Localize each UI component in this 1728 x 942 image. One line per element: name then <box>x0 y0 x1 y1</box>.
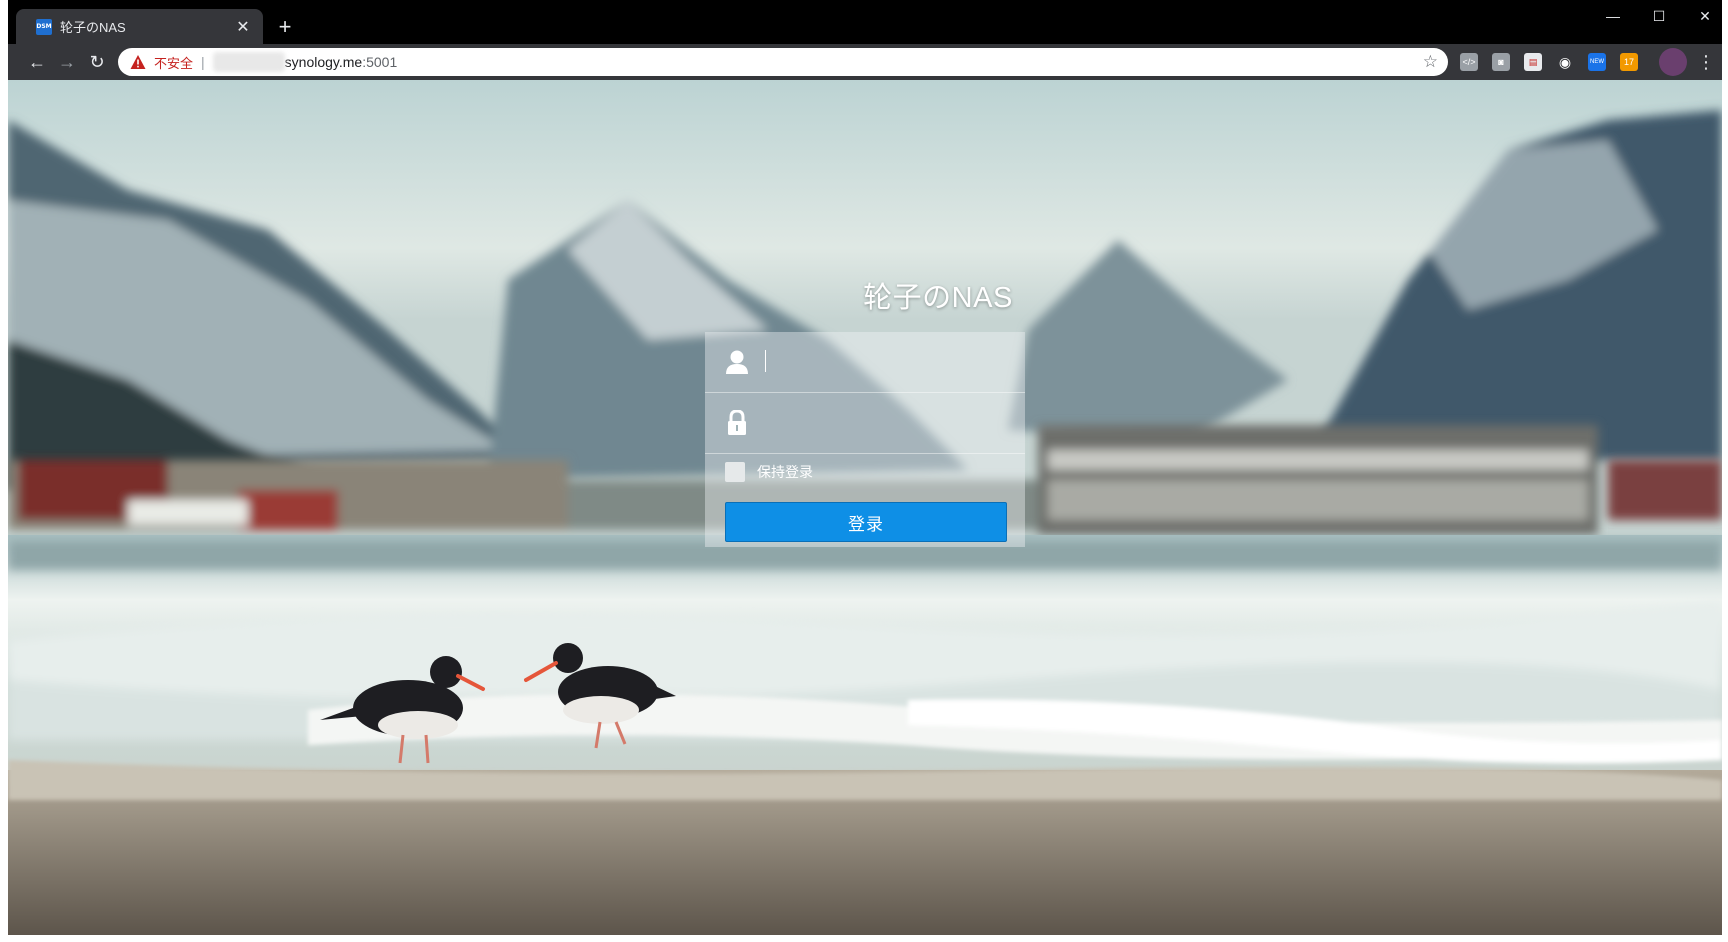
url-host: synology.me <box>284 54 363 70</box>
reload-button[interactable]: ↻ <box>84 49 110 75</box>
new-tab-button[interactable]: + <box>272 14 298 40</box>
minimize-icon: — <box>1606 8 1620 24</box>
bookmark-star-icon[interactable]: ☆ <box>1423 52 1438 72</box>
page-viewport: 轮子のNAS 保持登录 登录 <box>8 80 1722 935</box>
remember-me-label: 保持登录 <box>757 464 813 480</box>
site-title: 轮子のNAS <box>863 282 1013 314</box>
tab-close-icon[interactable]: ✕ <box>233 17 253 37</box>
dsm-favicon-icon: DSM <box>36 18 52 35</box>
lock-icon <box>728 410 746 435</box>
browser-toolbar: ← → ↻ 不安全 | synology.me :5001 ☆ </> ◙ ▤ … <box>8 44 1722 80</box>
reload-icon: ↻ <box>89 51 105 72</box>
camera-extension-icon[interactable]: ◙ <box>1492 53 1510 71</box>
remember-me-checkbox[interactable]: 保持登录 <box>725 462 813 482</box>
back-arrow-icon: ← <box>28 51 46 72</box>
circle-extension-icon[interactable]: ◉ <box>1556 53 1574 71</box>
text-caret <box>765 350 766 372</box>
username-input[interactable] <box>763 346 1007 380</box>
tab-active[interactable]: DSM 轮子のNAS ✕ <box>16 9 263 44</box>
back-button[interactable]: ← <box>24 49 50 75</box>
window-close-icon: ✕ <box>1699 7 1711 24</box>
maximize-icon: ☐ <box>1652 7 1666 24</box>
browser-menu-icon[interactable]: ⋮ <box>1696 49 1716 75</box>
address-separator: | <box>201 54 205 70</box>
browser-window: DSM 轮子のNAS ✕ + — ☐ ✕ ← → ↻ 不安全 | synolog… <box>8 0 1722 935</box>
minimize-button[interactable]: — <box>1590 0 1636 32</box>
security-label[interactable]: 不安全 <box>154 53 193 72</box>
password-row <box>705 393 1025 454</box>
calendar-extension-icon[interactable]: ▤ <box>1524 53 1542 71</box>
redacted-subdomain <box>212 52 285 72</box>
tab-bar: DSM 轮子のNAS ✕ + — ☐ ✕ <box>8 0 1722 44</box>
checkbox-box[interactable] <box>725 462 745 482</box>
code-extension-icon[interactable]: </> <box>1460 53 1478 71</box>
login-button[interactable]: 登录 <box>725 502 1007 542</box>
window-close-button[interactable]: ✕ <box>1682 0 1722 32</box>
tab-title: 轮子のNAS <box>60 20 126 35</box>
warning-triangle-icon[interactable] <box>130 54 146 70</box>
username-row <box>705 332 1025 393</box>
url-port: :5001 <box>362 54 398 70</box>
profile-avatar[interactable] <box>1659 48 1687 76</box>
forward-button[interactable]: → <box>54 49 80 75</box>
password-input[interactable] <box>763 407 1007 441</box>
user-icon <box>726 350 748 374</box>
maximize-button[interactable]: ☐ <box>1636 0 1682 32</box>
address-bar[interactable]: 不安全 | synology.me :5001 ☆ <box>118 48 1448 76</box>
login-panel: 保持登录 登录 <box>705 332 1025 547</box>
forward-arrow-icon: → <box>58 51 76 72</box>
rss-extension-icon[interactable]: 17 <box>1620 53 1638 71</box>
new-extension-icon[interactable]: NEW <box>1588 53 1606 71</box>
